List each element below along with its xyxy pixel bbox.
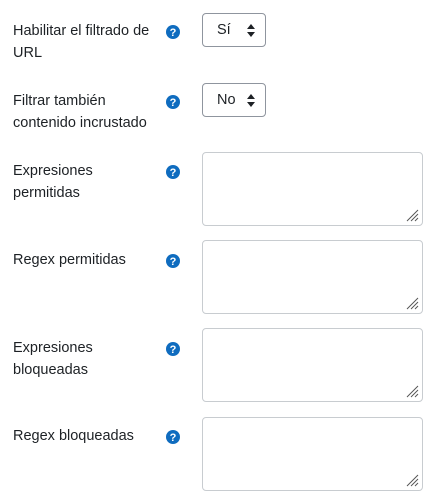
allowed-expressions-textarea[interactable] — [202, 152, 423, 226]
allowed-regex-label: Regex permitidas — [13, 252, 126, 268]
sort-arrows-icon — [247, 24, 255, 37]
help-icon[interactable]: ? — [166, 342, 180, 356]
help-icon[interactable]: ? — [166, 165, 180, 179]
resize-grip-icon[interactable] — [405, 473, 419, 487]
svg-text:?: ? — [170, 256, 177, 268]
help-icon[interactable]: ? — [166, 95, 180, 109]
url-filtering-label: Habilitar el filtrado de URL — [13, 23, 150, 61]
svg-text:?: ? — [170, 167, 177, 179]
allowed-regex-textarea[interactable] — [202, 240, 423, 314]
embedded-filtering-label: Filtrar también contenido incrustado — [13, 93, 147, 131]
url-filtering-value: Sí — [217, 22, 231, 38]
resize-grip-icon[interactable] — [405, 296, 419, 310]
svg-text:?: ? — [170, 344, 177, 356]
embedded-filtering-value: No — [217, 92, 236, 108]
help-icon[interactable]: ? — [166, 430, 180, 444]
svg-text:?: ? — [170, 432, 177, 444]
resize-grip-icon[interactable] — [405, 384, 419, 398]
resize-grip-icon[interactable] — [405, 208, 419, 222]
blocked-regex-label: Regex bloqueadas — [13, 428, 134, 444]
blocked-expressions-label: Expresiones bloqueadas — [13, 340, 93, 378]
sort-arrows-icon — [247, 94, 255, 107]
svg-text:?: ? — [170, 27, 177, 39]
help-icon[interactable]: ? — [166, 25, 180, 39]
blocked-regex-textarea[interactable] — [202, 417, 423, 491]
blocked-expressions-textarea[interactable] — [202, 328, 423, 402]
help-icon[interactable]: ? — [166, 254, 180, 268]
embedded-filtering-select[interactable]: No — [202, 83, 266, 117]
url-filtering-select[interactable]: Sí — [202, 13, 266, 47]
allowed-expressions-label: Expresiones permitidas — [13, 163, 93, 201]
svg-text:?: ? — [170, 97, 177, 109]
